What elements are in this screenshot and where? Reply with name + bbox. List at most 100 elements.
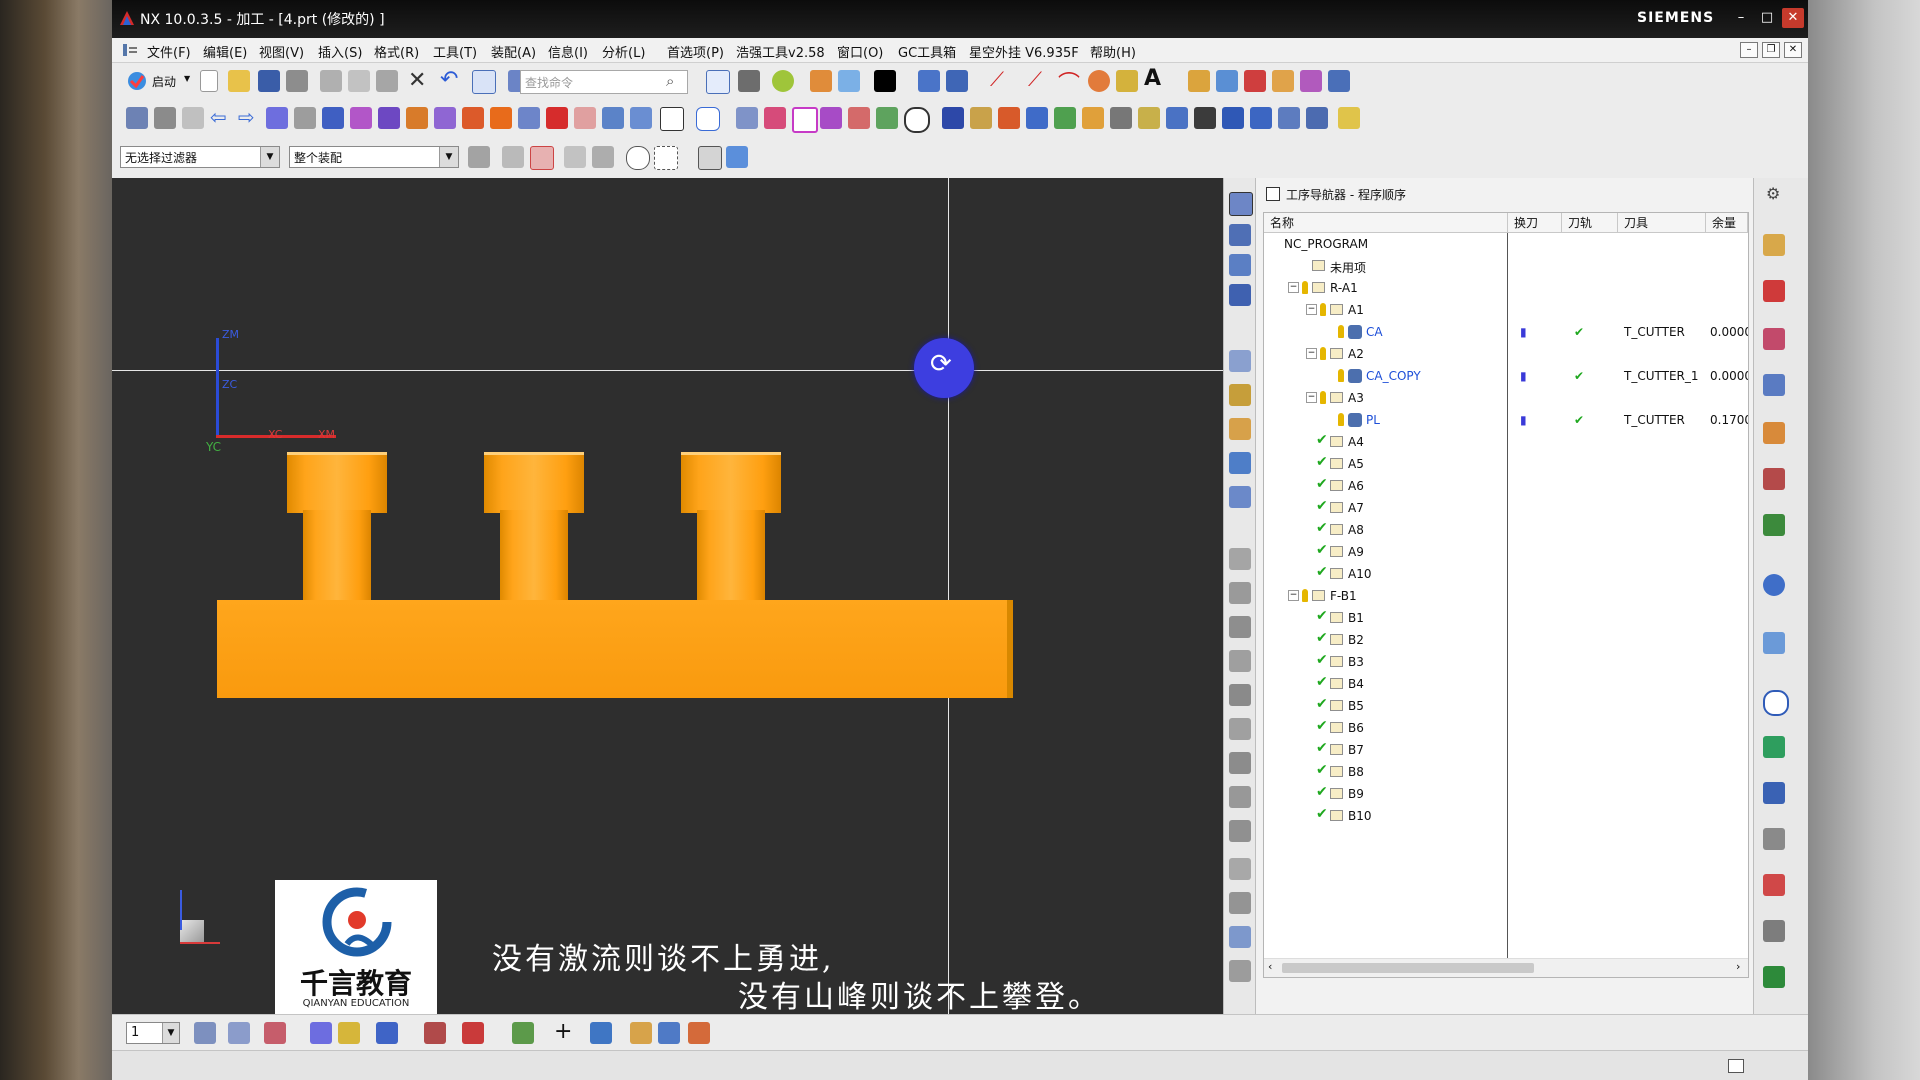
right-tool-9-icon[interactable] <box>1763 736 1785 758</box>
menu-info[interactable]: 信息(I) <box>548 42 588 61</box>
undo-icon[interactable]: ↶ <box>440 67 458 92</box>
menu-assembly[interactable]: 装配(A) <box>491 42 536 61</box>
tree-row[interactable]: − A1 <box>1264 299 1748 321</box>
tree-row[interactable]: − A3 <box>1264 387 1748 409</box>
constraint-icon[interactable] <box>1272 70 1294 92</box>
machine-tool-view-icon[interactable] <box>1229 224 1251 246</box>
menu-xingkong-plugin[interactable]: 星空外挂 V6.935F <box>969 42 1079 61</box>
cam-tool-8-icon[interactable] <box>1166 107 1188 129</box>
tree-row[interactable]: PL ▮ ✔ T_CUTTER 0.1700 <box>1264 409 1748 431</box>
assembly-icon[interactable] <box>1216 70 1238 92</box>
layer-select[interactable]: 1 ▼ <box>126 1022 180 1044</box>
select-point-icon[interactable] <box>626 146 650 170</box>
right-tool-13-icon[interactable] <box>1763 920 1785 942</box>
menu-window[interactable]: 窗口(O) <box>837 42 883 61</box>
cam-tool-14-icon[interactable] <box>1338 107 1360 129</box>
column-header-tool[interactable]: 刀具 <box>1618 213 1706 233</box>
export-icon[interactable] <box>688 1022 710 1044</box>
menu-format[interactable]: 格式(R) <box>374 42 419 61</box>
tree-row[interactable]: ✔ B2 <box>1264 629 1748 651</box>
tree-row[interactable]: ✔ B1 <box>1264 607 1748 629</box>
tree-collapse-toggle[interactable]: − <box>1306 348 1317 359</box>
right-tool-11-icon[interactable] <box>1763 828 1785 850</box>
fit-view-icon[interactable] <box>706 70 730 94</box>
chevron-down-icon[interactable]: ▼ <box>162 1023 179 1043</box>
right-tool-7-icon[interactable] <box>1763 514 1785 536</box>
web-browser-icon[interactable] <box>1763 574 1785 596</box>
offset-face-icon[interactable] <box>602 107 624 129</box>
menu-view[interactable]: 视图(V) <box>259 42 304 61</box>
create-geometry-icon[interactable] <box>182 107 204 129</box>
show-hide-icon[interactable] <box>264 1022 286 1044</box>
pnc-icon[interactable] <box>942 107 964 129</box>
window-fit-icon[interactable] <box>472 70 496 94</box>
scrollbar-thumb[interactable] <box>1282 963 1534 973</box>
color-swatch-icon[interactable] <box>874 70 896 92</box>
orient-view-icon[interactable] <box>946 70 968 92</box>
tree-row[interactable]: ✔ A10 <box>1264 563 1748 585</box>
search-input[interactable]: 查找命令 <box>520 70 688 94</box>
tree-row[interactable]: − A2 <box>1264 343 1748 365</box>
arc-icon[interactable]: ⌒ <box>1058 66 1080 98</box>
create-tool-icon[interactable] <box>154 107 176 129</box>
wcs-icon[interactable] <box>376 1022 398 1044</box>
column-header-stock[interactable]: 余量 <box>1706 213 1748 233</box>
navigator-pin-checkbox[interactable] <box>1266 187 1280 201</box>
analyze-icon[interactable] <box>512 1022 534 1044</box>
scroll-left-icon[interactable]: ‹ <box>1268 960 1272 973</box>
snap-icon[interactable] <box>848 107 870 129</box>
cam-library-icon[interactable] <box>1229 486 1251 508</box>
close-button[interactable]: ✕ <box>1782 8 1804 28</box>
history-clock-icon[interactable] <box>1763 690 1789 716</box>
right-tool-2-icon[interactable] <box>1763 280 1785 302</box>
text-icon[interactable]: A <box>1144 66 1161 91</box>
strip-tool-8-icon[interactable] <box>1229 786 1251 808</box>
column-header-tool-change[interactable]: 换刀 <box>1508 213 1562 233</box>
tree-row[interactable]: ✔ B9 <box>1264 783 1748 805</box>
method-view-icon[interactable] <box>1229 284 1251 306</box>
status-indicator-icon[interactable] <box>1728 1059 1744 1073</box>
boss-3-head[interactable] <box>681 452 781 513</box>
cam-tool-13-icon[interactable] <box>1306 107 1328 129</box>
tool-list-icon[interactable] <box>1229 384 1251 406</box>
tree-row[interactable]: ✔ A9 <box>1264 541 1748 563</box>
edge-blend-icon[interactable] <box>490 107 512 129</box>
right-tool-12-icon[interactable] <box>1763 874 1785 896</box>
menu-tools[interactable]: 工具(T) <box>433 42 477 61</box>
selection-filter-select[interactable]: 无选择过滤器 ▼ <box>120 146 280 168</box>
show-only-icon[interactable] <box>338 1022 360 1044</box>
cam-tool-5-icon[interactable] <box>1082 107 1104 129</box>
plane-icon[interactable] <box>792 107 818 133</box>
measure-icon[interactable] <box>1188 70 1210 92</box>
horizontal-scrollbar[interactable]: ‹ › <box>1264 958 1748 977</box>
cam-tool-10-icon[interactable] <box>1222 107 1244 129</box>
box-icon[interactable] <box>658 1022 680 1044</box>
cam-tool-3-icon[interactable] <box>1026 107 1048 129</box>
tree-row[interactable]: CA ▮ ✔ T_CUTTER 0.0000 <box>1264 321 1748 343</box>
menu-file[interactable]: 文件(F) <box>147 42 191 61</box>
snap-settings-icon[interactable] <box>590 1022 612 1044</box>
geometry-view-icon[interactable] <box>1229 254 1251 276</box>
replay-icon[interactable] <box>294 107 316 129</box>
cam-tool-9-icon[interactable] <box>1194 107 1216 129</box>
snap-point-icon[interactable] <box>468 146 490 168</box>
cam-tool-1-icon[interactable] <box>970 107 992 129</box>
post-process-icon[interactable] <box>350 107 372 129</box>
flag-icon[interactable] <box>876 107 898 129</box>
strip-tool-12-icon[interactable] <box>1229 926 1251 948</box>
point-icon[interactable] <box>764 107 786 129</box>
cam-tool-11-icon[interactable] <box>1250 107 1272 129</box>
rotate-view-badge[interactable]: ⟳ <box>914 338 974 398</box>
search-box[interactable]: 查找命令 ⌕ <box>520 70 688 94</box>
cam-tool-2-icon[interactable] <box>998 107 1020 129</box>
tree-row[interactable]: 未用项 <box>1264 255 1748 277</box>
tree-collapse-toggle[interactable]: − <box>1306 304 1317 315</box>
edit-display-icon[interactable] <box>310 1022 332 1044</box>
spline-icon[interactable] <box>1116 70 1138 92</box>
cam-tool-12-icon[interactable] <box>1278 107 1300 129</box>
boss-3-shaft[interactable] <box>697 510 765 600</box>
subtract-icon[interactable] <box>546 107 568 129</box>
copy-icon[interactable] <box>348 70 370 92</box>
shaded-cube-icon[interactable] <box>726 146 748 168</box>
select-edge-icon[interactable] <box>564 146 586 168</box>
